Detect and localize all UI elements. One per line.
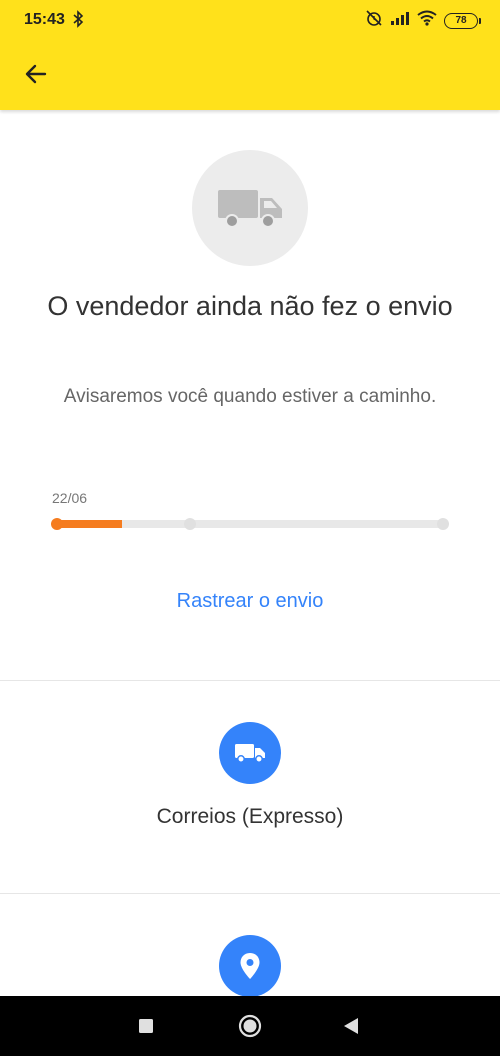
shipment-illustration: [192, 150, 308, 266]
shipment-status-title: O vendedor ainda não fez o envio: [47, 291, 453, 321]
progress-date: 22/06: [52, 490, 88, 506]
section-divider: [0, 893, 500, 894]
progress-step-dot-middle: [184, 518, 196, 530]
signal-icon: [390, 10, 410, 31]
arrow-left-icon: [25, 64, 47, 84]
shipment-progress-fill: [56, 520, 122, 528]
location-pin-icon: [240, 953, 260, 979]
track-shipment-link[interactable]: Rastrear o envio: [0, 590, 500, 613]
bluetooth-icon: [72, 10, 84, 33]
shipment-progress-track: [56, 520, 444, 528]
battery-icon: 78: [444, 12, 481, 29]
status-bar: 15:43 78: [0, 0, 500, 40]
status-time: 15:43: [24, 11, 65, 28]
shipment-status-subtitle: Avisaremos você quando estiver a caminho…: [63, 386, 437, 407]
carrier-name: Correios (Expresso): [156, 805, 344, 828]
app-header: 15:43 78: [0, 0, 500, 110]
back-button[interactable]: [22, 60, 50, 88]
progress-step-dot-start: [51, 518, 63, 530]
destination-icon-badge: [219, 935, 281, 997]
wifi-icon: [417, 10, 437, 31]
recents-square-icon[interactable]: [138, 1018, 154, 1039]
home-circle-icon[interactable]: [238, 1014, 262, 1043]
progress-step-dot-end: [437, 518, 449, 530]
section-divider: [0, 680, 500, 681]
system-navigation-bar: [0, 996, 500, 1056]
alarm-off-icon: [365, 9, 383, 32]
status-icons: 78: [365, 9, 481, 32]
back-triangle-icon[interactable]: [343, 1017, 359, 1040]
truck-icon: [235, 744, 265, 763]
truck-icon: [218, 190, 282, 228]
carrier-icon-badge: [219, 722, 281, 784]
